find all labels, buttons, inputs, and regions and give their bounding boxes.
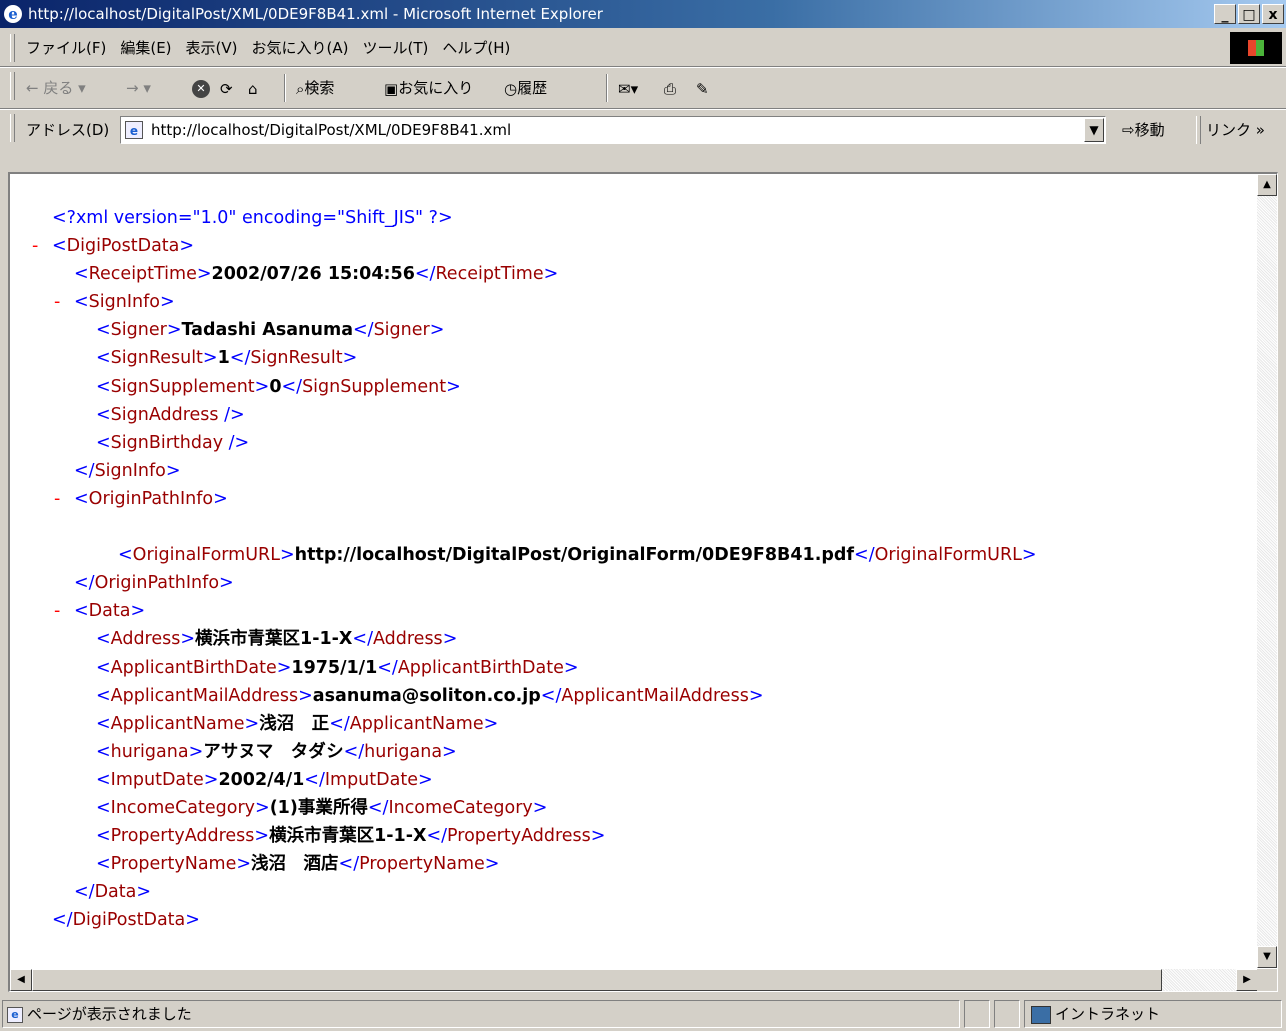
status-message: ページが表示されました <box>27 1005 192 1023</box>
search-button[interactable]: ⌕検索 <box>296 74 334 102</box>
ie-logo-icon: e <box>4 5 22 23</box>
edit-icon: ✎ <box>696 79 709 98</box>
xml-viewport[interactable]: <?xml version="1.0" encoding="Shift_JIS"… <box>10 174 1258 968</box>
menu-tools[interactable]: ツール(T) <box>362 30 428 66</box>
menu-favorites[interactable]: お気に入り(A) <box>252 30 349 66</box>
go-arrow-icon: ⇨ <box>1122 121 1135 139</box>
links-button[interactable]: リンク » <box>1206 110 1265 150</box>
toolbar: ← 戻る ▾ → ▾ ✕ ⟳ ⌂ ⌕検索 ▣お気に入り ◷履歴 ✉▾ ⎙ ✎ <box>0 68 1286 108</box>
edit-button[interactable]: ✎ <box>696 74 709 102</box>
vertical-scrollbar[interactable]: ▲ ▼ <box>1257 174 1277 968</box>
menu-view[interactable]: 表示(V) <box>186 30 238 66</box>
intranet-icon <box>1031 1005 1051 1024</box>
stop-button[interactable]: ✕ <box>192 74 210 102</box>
minimize-button[interactable]: _ <box>1214 4 1236 24</box>
forward-button[interactable]: → ▾ <box>126 74 151 102</box>
scroll-right-button[interactable]: ▶ <box>1236 969 1258 991</box>
history-button[interactable]: ◷履歴 <box>504 74 547 102</box>
refresh-icon: ⟳ <box>220 79 233 98</box>
scrollbar-corner <box>1257 969 1277 991</box>
chevron-down-icon: ▾ <box>630 79 639 98</box>
menu-help[interactable]: ヘルプ(H) <box>442 30 510 66</box>
content-frame: <?xml version="1.0" encoding="Shift_JIS"… <box>8 172 1278 992</box>
scroll-down-button[interactable]: ▼ <box>1257 946 1277 968</box>
menu-bar: ファイル(F) 編集(E) 表示(V) お気に入り(A) ツール(T) ヘルプ(… <box>0 30 1286 66</box>
go-button[interactable]: ⇨移動 <box>1122 110 1165 150</box>
home-icon: ⌂ <box>248 79 258 98</box>
back-button[interactable]: ← 戻る ▾ <box>26 74 86 102</box>
address-bar: アドレス(D) e http://localhost/DigitalPost/X… <box>0 110 1286 150</box>
maximize-button[interactable]: □ <box>1238 4 1260 24</box>
status-panel-empty <box>964 1000 990 1028</box>
mail-button[interactable]: ✉▾ <box>618 74 638 102</box>
favorites-button[interactable]: ▣お気に入り <box>384 74 473 102</box>
stop-icon: ✕ <box>192 79 210 98</box>
page-icon: e <box>7 1006 23 1023</box>
toolbar-separator <box>606 74 608 102</box>
print-icon: ⎙ <box>664 79 677 98</box>
toolbar-grip[interactable] <box>10 72 15 100</box>
horizontal-scroll-thumb[interactable] <box>32 969 1162 991</box>
status-panel-empty <box>994 1000 1020 1028</box>
refresh-button[interactable]: ⟳ <box>220 74 233 102</box>
links-separator <box>1196 116 1201 144</box>
history-icon: ◷ <box>504 79 518 98</box>
menu-grip[interactable] <box>10 34 15 62</box>
address-label: アドレス(D) <box>26 121 110 139</box>
menu-file[interactable]: ファイル(F) <box>26 30 106 66</box>
scroll-up-button[interactable]: ▲ <box>1257 174 1277 196</box>
home-button[interactable]: ⌂ <box>248 74 258 102</box>
print-button[interactable]: ⎙ <box>664 74 676 102</box>
menu-edit[interactable]: 編集(E) <box>120 30 171 66</box>
status-zone: イントラネット <box>1055 1005 1161 1023</box>
address-input[interactable]: e http://localhost/DigitalPost/XML/0DE9F… <box>120 116 1106 144</box>
toolbar-separator <box>284 74 286 102</box>
chevron-down-icon[interactable]: ▾ <box>143 79 151 97</box>
page-icon: e <box>125 121 143 139</box>
window-controls: _ □ x <box>1214 4 1284 24</box>
favorites-icon: ▣ <box>384 79 399 98</box>
close-button[interactable]: x <box>1262 4 1284 24</box>
address-dropdown-button[interactable]: ▼ <box>1084 118 1104 142</box>
collapse-toggle[interactable]: - <box>54 597 60 625</box>
window-title: http://localhost/DigitalPost/XML/0DE9F8B… <box>28 5 603 23</box>
chevron-down-icon[interactable]: ▾ <box>78 79 86 97</box>
collapse-toggle[interactable]: - <box>32 232 38 260</box>
title-bar: e http://localhost/DigitalPost/XML/0DE9F… <box>0 0 1286 28</box>
windows-logo-icon <box>1230 32 1282 64</box>
collapse-toggle[interactable]: - <box>54 485 60 513</box>
address-url[interactable]: http://localhost/DigitalPost/XML/0DE9F8B… <box>151 117 511 143</box>
collapse-toggle[interactable]: - <box>54 288 60 316</box>
status-zone-panel: イントラネット <box>1024 1000 1282 1028</box>
horizontal-scrollbar[interactable]: ◀ ▶ <box>10 969 1258 991</box>
mail-icon: ✉ <box>618 79 631 98</box>
address-grip[interactable] <box>10 114 15 142</box>
status-message-panel: e ページが表示されました <box>2 1000 960 1028</box>
scroll-left-button[interactable]: ◀ <box>10 969 32 991</box>
status-bar: e ページが表示されました イントラネット <box>0 998 1286 1031</box>
